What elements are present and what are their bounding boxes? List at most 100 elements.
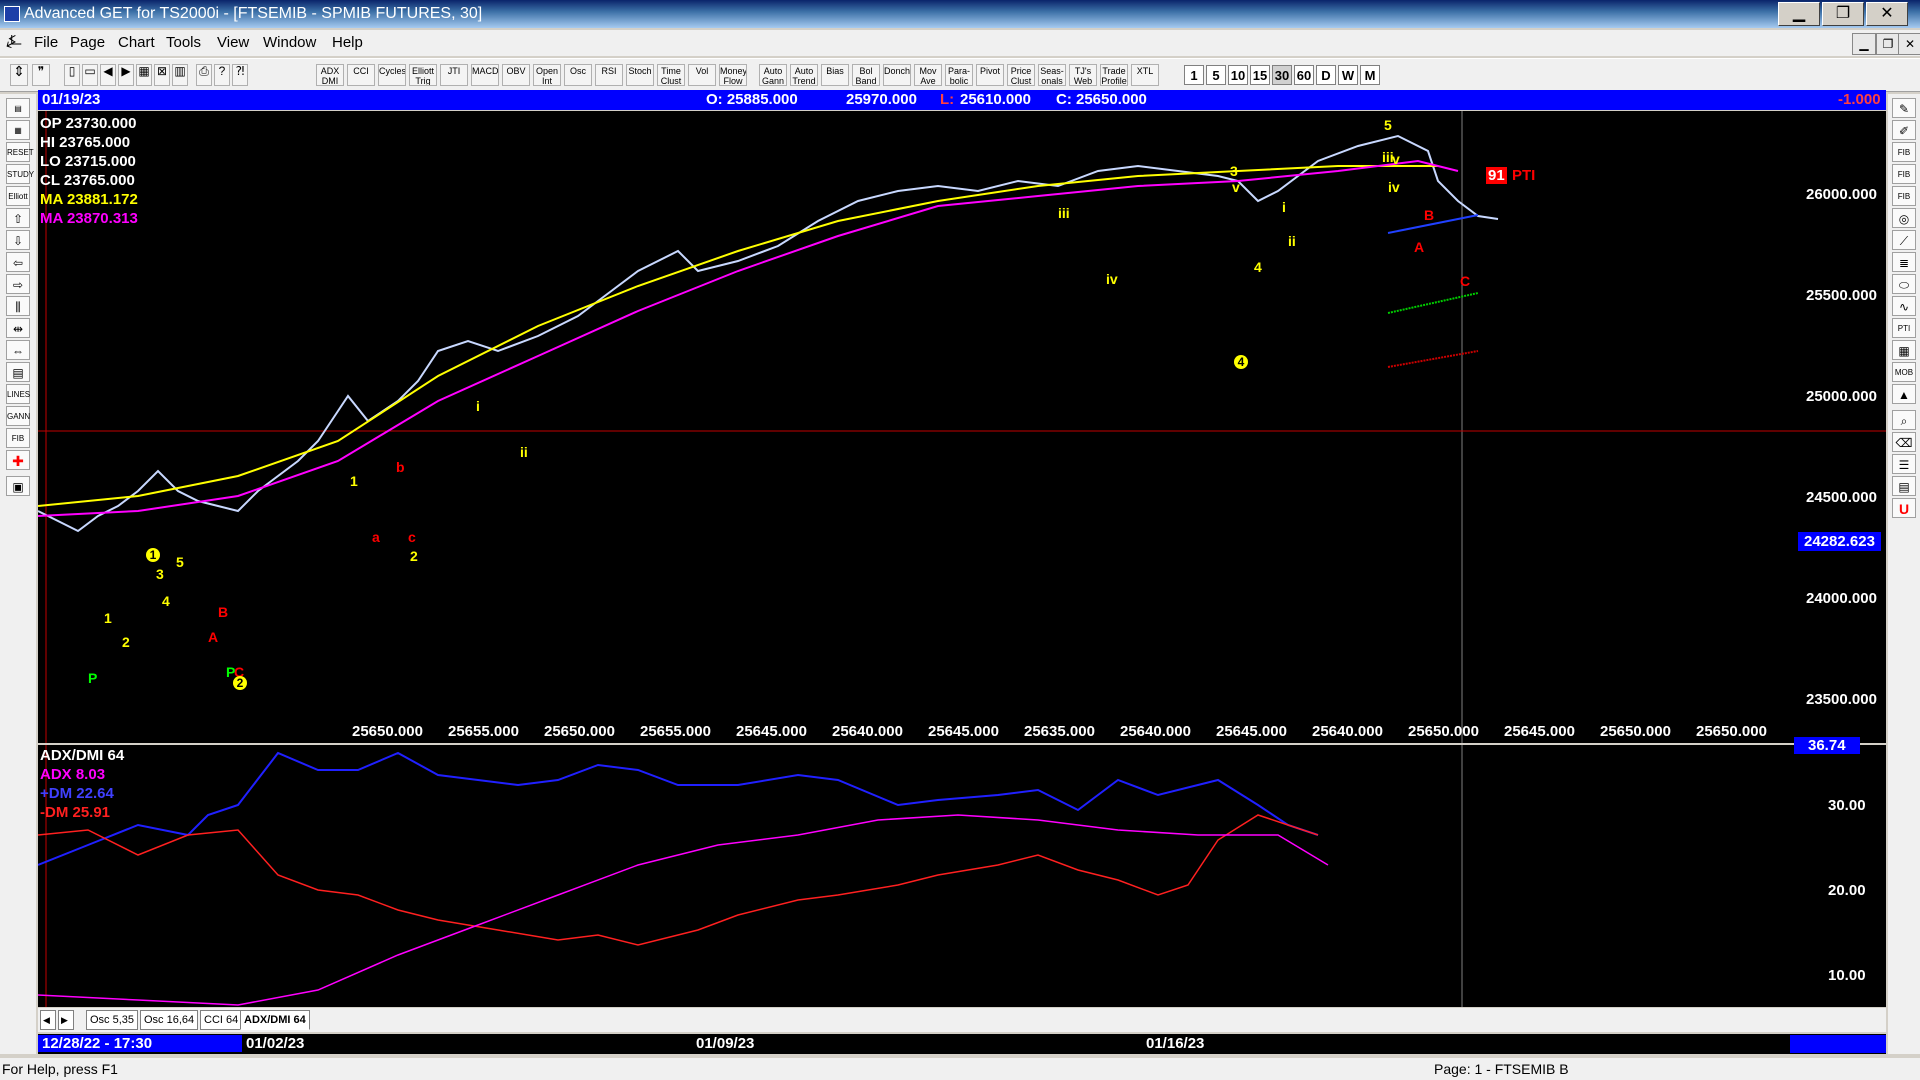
table-icon[interactable]: ▤ [6, 362, 30, 382]
minimize-button[interactable]: ▁ [1778, 2, 1820, 26]
layout-icon[interactable]: ▥ [172, 64, 188, 86]
menu-file[interactable]: File [34, 34, 58, 51]
arrow-up-icon[interactable]: ⇧ [6, 208, 30, 228]
study-button-25[interactable]: Trade Profile [1100, 64, 1128, 86]
tab-osc-5-35[interactable]: Osc 5,35 [86, 1010, 139, 1030]
menu-view[interactable]: View [217, 34, 249, 51]
menu-window[interactable]: Window [263, 34, 316, 51]
crosshair-icon[interactable]: ✚ [6, 450, 30, 470]
study-button-7[interactable]: Open Int [533, 64, 561, 86]
calendar-icon[interactable]: ▤ [1892, 476, 1916, 496]
study-icon[interactable]: STUDY [6, 164, 34, 184]
new-icon[interactable]: ▯ [64, 64, 80, 86]
eraser-icon[interactable]: ⌫ [1892, 432, 1916, 452]
study-button-17[interactable]: Bol Band [852, 64, 880, 86]
print-icon[interactable]: ⎙ [196, 64, 212, 86]
settings-icon[interactable]: ▣ [6, 476, 30, 496]
study-button-9[interactable]: RSI [595, 64, 623, 86]
interval-button-8[interactable]: M [1360, 65, 1380, 85]
back-icon[interactable]: ◀ [100, 64, 116, 86]
study-button-26[interactable]: XTL [1131, 64, 1159, 86]
study-button-5[interactable]: MACD [471, 64, 499, 86]
interval-button-3[interactable]: 15 [1250, 65, 1270, 85]
study-button-19[interactable]: Mov Ave [914, 64, 942, 86]
study-button-0[interactable]: ADX DMI [316, 64, 344, 86]
doc-icon[interactable]: ⍼ [6, 31, 22, 52]
study-button-2[interactable]: Cycles [378, 64, 406, 86]
fib-ext-icon[interactable]: FIB [1892, 164, 1916, 184]
interval-button-0[interactable]: 1 [1184, 65, 1204, 85]
tab-scroll-left-icon[interactable]: ◀ [40, 1010, 56, 1030]
spiral-icon[interactable]: ∿ [1892, 296, 1916, 316]
menu-help[interactable]: Help [332, 34, 363, 51]
fib-icon[interactable]: FIB [6, 428, 30, 448]
study-button-18[interactable]: Donch [883, 64, 911, 86]
study-button-10[interactable]: Stoch [626, 64, 654, 86]
study-button-16[interactable]: Bias [821, 64, 849, 86]
tab-cci-64[interactable]: CCI 64 [200, 1010, 243, 1030]
compress-icon[interactable]: ⇔ [6, 340, 30, 360]
cycle-icon[interactable]: ◎ [1892, 208, 1916, 228]
zoom-icon[interactable]: ⊠ [154, 64, 170, 86]
study-button-12[interactable]: Vol [688, 64, 716, 86]
study-button-13[interactable]: Money Flow [719, 64, 747, 86]
study-button-14[interactable]: Auto Gann [759, 64, 787, 86]
study-button-24[interactable]: TJ's Web [1069, 64, 1097, 86]
fib-ret-icon[interactable]: FIB [1892, 142, 1916, 162]
ellipse-icon[interactable]: ⬭ [1892, 274, 1916, 294]
pti-icon[interactable]: PTI [1892, 318, 1916, 338]
menu-chart[interactable]: Chart [118, 34, 155, 51]
arrow-right-icon[interactable]: ⇨ [6, 274, 30, 294]
study-button-1[interactable]: CCI [347, 64, 375, 86]
fib-time-icon[interactable]: FIB [1892, 186, 1916, 206]
study-button-21[interactable]: Pivot [976, 64, 1004, 86]
study-button-20[interactable]: Para-bolic [945, 64, 973, 86]
study-button-4[interactable]: JTI [440, 64, 468, 86]
tab-osc-16-64[interactable]: Osc 16,64 [140, 1010, 199, 1030]
interval-button-4[interactable]: 30 [1272, 65, 1292, 85]
close-button[interactable]: ✕ [1866, 2, 1908, 26]
arrow-down-icon[interactable]: ⇩ [6, 230, 30, 250]
reset-icon[interactable]: RESET [6, 142, 34, 162]
mdi-restore-button[interactable]: ❐ [1876, 33, 1900, 55]
study-button-11[interactable]: Time Clust [657, 64, 685, 86]
restore-button[interactable]: ❐ [1822, 2, 1864, 26]
study-button-23[interactable]: Seas-onals [1038, 64, 1066, 86]
gann-icon[interactable]: GANN [6, 406, 30, 426]
list-icon[interactable]: ☰ [1892, 454, 1916, 474]
grid-icon[interactable]: ▦ [136, 64, 152, 86]
study-button-6[interactable]: OBV [502, 64, 530, 86]
mdi-minimize-button[interactable]: ▁ [1852, 33, 1876, 55]
magnify-icon[interactable]: ⌕ [1892, 410, 1916, 430]
study-button-22[interactable]: Price Clust [1007, 64, 1035, 86]
pen-icon[interactable]: ✎ [1892, 98, 1916, 118]
fan-icon[interactable]: ⟋ [1892, 230, 1916, 250]
undo-icon[interactable]: U [1892, 498, 1916, 518]
grid-tool-icon[interactable]: ▦ [1892, 340, 1916, 360]
mob-icon[interactable]: MOB [1892, 362, 1916, 382]
expand-icon[interactable]: ⇹ [6, 318, 30, 338]
interval-button-2[interactable]: 10 [1228, 65, 1248, 85]
help-icon[interactable]: ⁈ [232, 64, 248, 86]
cursor-icon[interactable]: ⇕ [10, 64, 28, 86]
forward-icon[interactable]: ▶ [118, 64, 134, 86]
interval-button-5[interactable]: 60 [1294, 65, 1314, 85]
interval-button-1[interactable]: 5 [1206, 65, 1226, 85]
triangle-icon[interactable]: ▲ [1892, 384, 1916, 404]
copy-icon[interactable]: ▭ [82, 64, 98, 86]
tab-scroll-right-icon[interactable]: ▶ [58, 1010, 74, 1030]
price-chart[interactable]: OP 23730.000 HI 23765.000 LO 23715.000 C… [38, 111, 1886, 743]
elliott-icon[interactable]: Elliott [6, 186, 30, 206]
study-button-8[interactable]: Osc [564, 64, 592, 86]
study-button-3[interactable]: Elliott Trig [409, 64, 437, 86]
channel-icon[interactable]: ≣ [1892, 252, 1916, 272]
menu-tools[interactable]: Tools [166, 34, 201, 51]
pencil-icon[interactable]: ✐ [1892, 120, 1916, 140]
lines-icon[interactable]: LINES [6, 384, 30, 404]
info-icon[interactable]: ? [214, 64, 230, 86]
quote-icon[interactable]: ❞ [32, 64, 50, 86]
tab-adx-dmi-64[interactable]: ADX/DMI 64 [240, 1010, 310, 1030]
study-button-15[interactable]: Auto Trend [790, 64, 818, 86]
menu-page[interactable]: Page [70, 34, 105, 51]
interval-button-7[interactable]: W [1338, 65, 1358, 85]
